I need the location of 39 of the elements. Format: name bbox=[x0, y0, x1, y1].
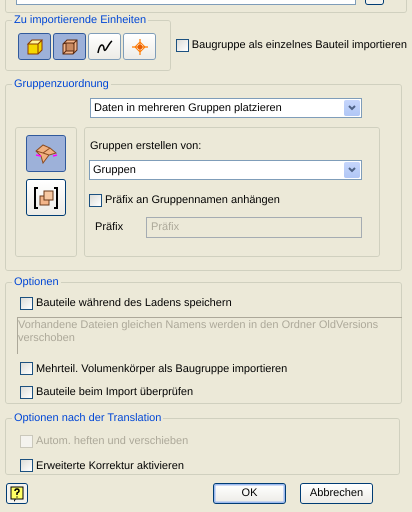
dropdown[interactable]: Gruppen bbox=[89, 160, 362, 180]
wireframe-cube-icon bbox=[60, 38, 78, 56]
toolbar-button[interactable] bbox=[53, 33, 86, 60]
group-title: Zu importierende Einheiten bbox=[12, 13, 148, 27]
dropdown[interactable]: Daten in mehreren Gruppen platzieren bbox=[90, 98, 362, 118]
checkbox[interactable] bbox=[20, 296, 33, 310]
help-button[interactable] bbox=[6, 483, 28, 504]
curve-icon bbox=[96, 38, 114, 56]
checkbox[interactable] bbox=[176, 39, 189, 52]
help-icon bbox=[10, 486, 24, 502]
toolbar-button[interactable] bbox=[88, 33, 121, 60]
group-title: Gruppenzuordnung bbox=[12, 77, 111, 91]
checkbox-label: Autom. heften und verschieben bbox=[36, 434, 188, 449]
bracketed-squares-icon bbox=[33, 184, 59, 210]
chevron-down-icon bbox=[344, 162, 360, 178]
cube-icon bbox=[26, 38, 44, 56]
info-text: Vorhandene Dateien gleichen Namens werden in den Ordner OldVersions verschoben bbox=[17, 316, 402, 354]
dialog-button[interactable]: Abbrechen bbox=[300, 483, 373, 504]
group-title: Optionen bbox=[12, 275, 61, 289]
group-title: Optionen nach der Translation bbox=[12, 411, 164, 425]
field-label: Präfix bbox=[95, 220, 124, 235]
checkbox-label: Bauteile während des Ladens speichern bbox=[36, 296, 232, 311]
dialog-button[interactable]: OK bbox=[213, 483, 286, 504]
checkbox[interactable] bbox=[89, 194, 102, 207]
toolbar-button[interactable] bbox=[18, 33, 51, 60]
browse-button[interactable] bbox=[365, 0, 384, 5]
checkbox-label: Bauteile beim Import überprüfen bbox=[36, 385, 194, 400]
text-field[interactable] bbox=[16, 0, 356, 5]
checkbox-label: Mehrteil. Volumenkörper als Baugruppe importieren bbox=[36, 362, 288, 376]
checkbox[interactable] bbox=[20, 362, 33, 376]
checkbox-label: Baugruppe als einzelnes Bauteil importieren bbox=[192, 38, 407, 54]
checkbox-label: Erweiterte Korrektur aktivieren bbox=[36, 458, 184, 474]
field-label: Gruppen erstellen von: bbox=[90, 140, 202, 153]
checkbox-label: Präfix an Gruppennamen anhängen bbox=[105, 193, 280, 208]
mode-button[interactable] bbox=[26, 179, 66, 216]
checkbox[interactable] bbox=[20, 386, 33, 399]
checkbox[interactable] bbox=[20, 459, 33, 472]
chevron-down-icon bbox=[344, 100, 360, 116]
crosshair-icon bbox=[130, 38, 148, 56]
